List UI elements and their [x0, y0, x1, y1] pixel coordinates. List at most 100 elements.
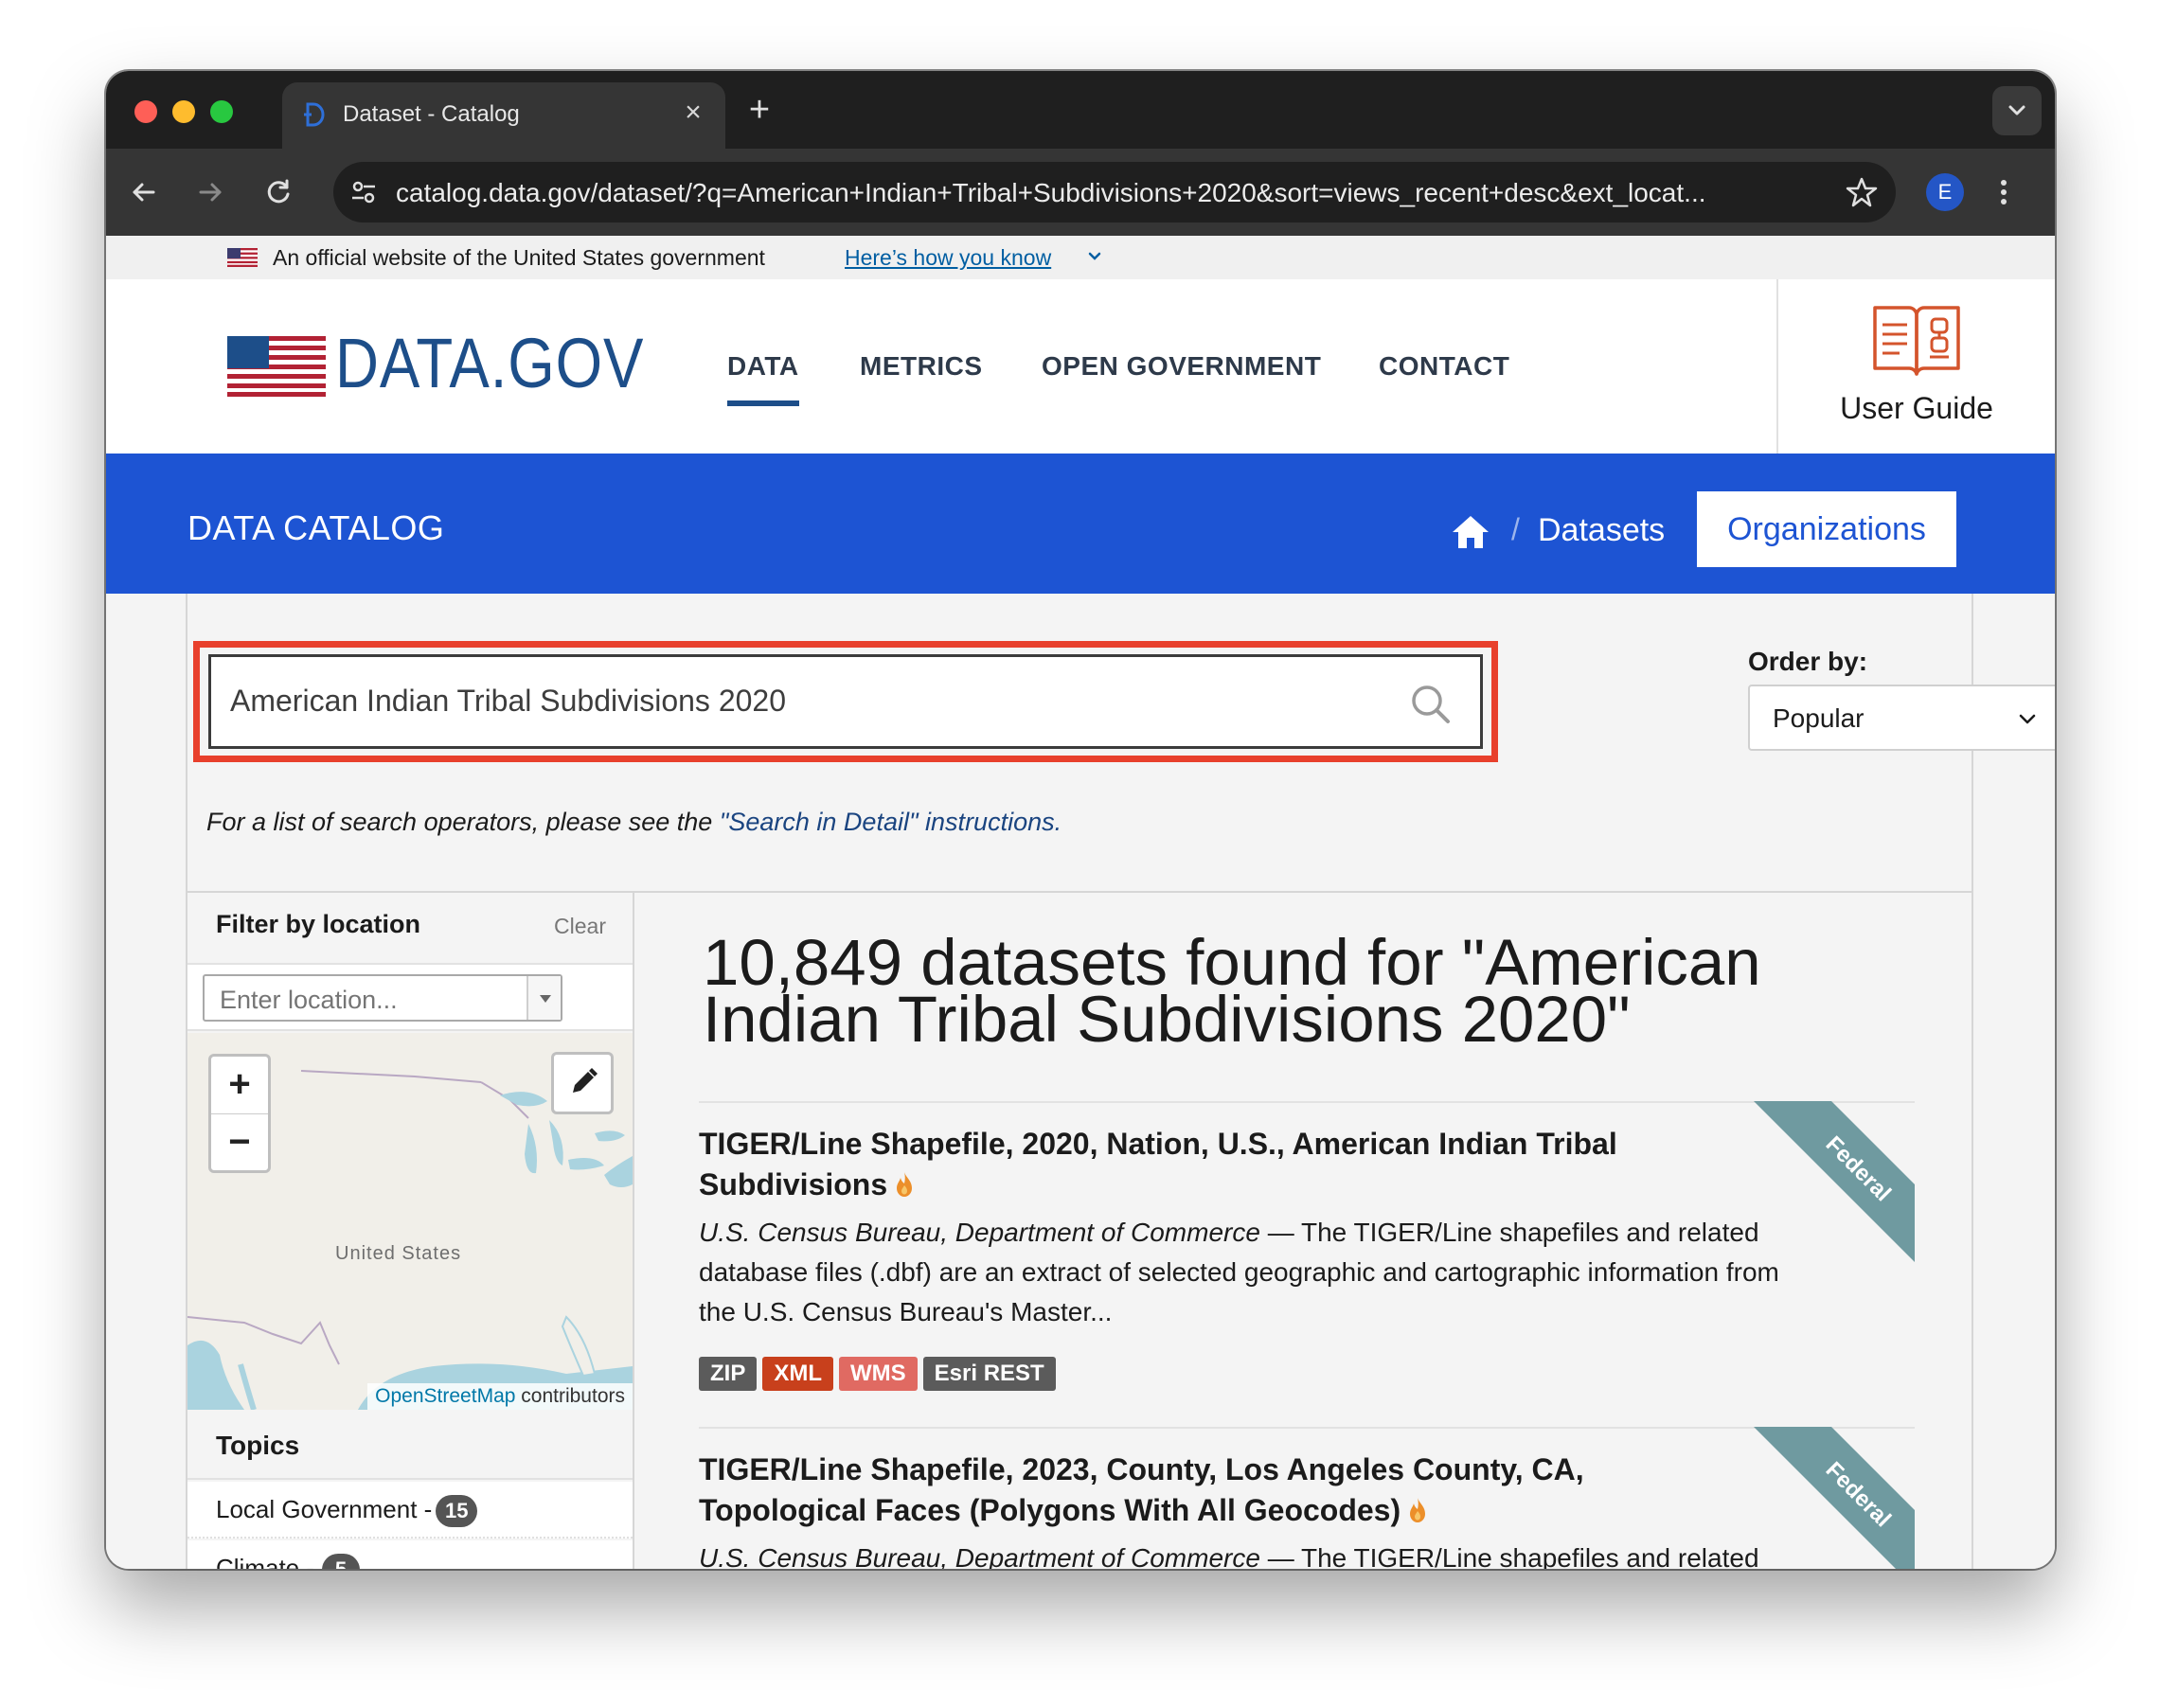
attribution-text: contributors [515, 1385, 625, 1407]
format-badges: ZIP XML WMS Esri REST [699, 1357, 1062, 1391]
tab-bar: Dataset - Catalog × + [106, 71, 2055, 149]
organizations-button[interactable]: Organizations [1697, 491, 1956, 567]
ribbon-shape [1754, 1101, 1915, 1262]
data-catalog-title: DATA CATALOG [187, 508, 445, 547]
location-input-row: Enter location... [187, 963, 633, 1031]
gov-banner-text: An official website of the United States… [273, 245, 765, 270]
order-by-value: Popular [1773, 703, 1865, 733]
dataset-title-text: TIGER/Line Shapefile, 2023, County, Los … [699, 1452, 1584, 1527]
heres-how-you-know-link[interactable]: Here’s how you know [845, 245, 1051, 271]
federal-ribbon: Federal [1754, 1427, 1915, 1569]
search-hint-text: For a list of search operators, please s… [206, 808, 720, 836]
zoom-in-button[interactable]: + [211, 1057, 268, 1113]
dataset-title-link[interactable]: TIGER/Line Shapefile, 2020, Nation, U.S.… [699, 1124, 1655, 1205]
book-icon [1873, 306, 1960, 376]
search-input-value: American Indian Tribal Subdivisions 2020 [230, 684, 786, 718]
nav-open-government[interactable]: OPEN GOVERNMENT [1042, 351, 1321, 382]
dataset-result: TIGER/Line Shapefile, 2020, Nation, U.S.… [699, 1101, 1915, 1423]
order-by-label: Order by: [1748, 647, 1868, 676]
dataset-description: U.S. Census Bureau, Department of Commer… [699, 1213, 1797, 1332]
home-icon[interactable] [1451, 514, 1490, 550]
topics-title: Topics [216, 1431, 300, 1460]
search-icon[interactable] [1408, 682, 1454, 727]
data-catalog-bar: DATA CATALOG / Datasets Organizations [106, 454, 2055, 594]
format-badge-xml[interactable]: XML [762, 1357, 834, 1391]
tab-title: Dataset - Catalog [343, 101, 520, 127]
breadcrumb-separator: / [1511, 512, 1520, 546]
dataset-description-text: — The TIGER/Line shapefiles and related [1259, 1543, 1759, 1569]
pencil-icon [573, 1068, 598, 1093]
order-by-select[interactable]: Popular [1748, 685, 2055, 751]
minimize-window-button[interactable] [172, 100, 195, 123]
format-badge-esri-rest[interactable]: Esri REST [922, 1357, 1056, 1391]
zoom-out-button[interactable]: − [211, 1114, 268, 1171]
dataset-title-text: TIGER/Line Shapefile, 2020, Nation, U.S.… [699, 1127, 1617, 1201]
new-tab-button[interactable]: + [740, 92, 778, 130]
site-header: DATA.GOV DATA METRICS OPEN GOVERNMENT CO… [106, 279, 2055, 454]
url-text: catalog.data.gov/dataset/?q=American+Ind… [396, 178, 1706, 207]
tab-search-button[interactable] [1992, 86, 2042, 135]
search-input[interactable]: American Indian Tribal Subdivisions 2020 [208, 654, 1483, 749]
dataset-publisher: U.S. Census Bureau, Department of Commer… [699, 1218, 1260, 1247]
location-map[interactable]: + − United States OpenStreetMap contribu… [187, 1033, 633, 1410]
location-dropdown-toggle[interactable] [526, 976, 561, 1020]
topic-name: Local Government - [216, 1495, 433, 1523]
nav-metrics[interactable]: METRICS [860, 351, 983, 382]
chevron-down-icon [2019, 714, 2036, 724]
chevron-down-icon[interactable] [1085, 247, 1104, 266]
datagov-logo-text[interactable]: DATA.GOV [335, 323, 644, 403]
back-arrow-icon[interactable] [123, 171, 165, 213]
nav-active-indicator [727, 400, 799, 406]
results-panel: 10,849 datasets found for "American Indi… [636, 893, 1973, 1569]
nav-contact[interactable]: CONTACT [1379, 351, 1509, 382]
caret-down-icon [540, 995, 551, 1003]
tab-active[interactable]: Dataset - Catalog × [282, 82, 725, 149]
location-placeholder: Enter location... [220, 986, 398, 1014]
browser-window: Dataset - Catalog × + catalog.data.gov/d… [106, 71, 2055, 1569]
search-in-detail-link[interactable]: "Search in Detail" instructions. [720, 808, 1062, 836]
bookmark-star-icon[interactable] [1845, 175, 1879, 209]
fire-popular-icon [897, 1172, 913, 1197]
breadcrumb-datasets[interactable]: Datasets [1538, 512, 1665, 549]
maximize-window-button[interactable] [210, 100, 233, 123]
profile-avatar[interactable]: E [1926, 173, 1964, 211]
site-settings-icon[interactable] [348, 177, 379, 207]
browser-toolbar: catalog.data.gov/dataset/?q=American+Ind… [106, 149, 2055, 236]
format-badge-wms[interactable]: WMS [839, 1357, 918, 1391]
nav-data[interactable]: DATA [727, 351, 799, 382]
us-flag-icon [227, 248, 258, 267]
filter-sidebar: Filter by location Clear Enter location.… [187, 893, 634, 1569]
chevron-down-icon [2008, 105, 2025, 116]
map-zoom-control: + − [208, 1054, 271, 1173]
datagov-logo-flag-icon[interactable] [227, 336, 326, 397]
topics-header: Topics [187, 1410, 633, 1480]
more-menu-icon[interactable] [1994, 171, 2013, 213]
fire-popular-icon [1410, 1498, 1426, 1522]
forward-arrow-icon[interactable] [189, 171, 231, 213]
openstreetmap-link[interactable]: OpenStreetMap [375, 1385, 515, 1407]
topic-count-badge: 15 [436, 1495, 478, 1527]
format-badge-zip[interactable]: ZIP [699, 1357, 758, 1391]
user-guide-link[interactable]: User Guide [1776, 279, 2055, 454]
dataset-title-link[interactable]: TIGER/Line Shapefile, 2023, County, Los … [699, 1450, 1655, 1531]
clear-location-link[interactable]: Clear [554, 914, 606, 939]
reload-icon[interactable] [258, 171, 299, 213]
datagov-favicon-icon [304, 102, 325, 127]
ribbon-shape [1754, 1427, 1915, 1569]
topic-item[interactable]: Climate - 5 [187, 1540, 633, 1569]
topic-item[interactable]: Local Government - 15 [187, 1482, 633, 1539]
draw-rectangle-button[interactable] [551, 1052, 614, 1114]
topic-count-badge: 5 [322, 1554, 360, 1569]
location-input[interactable]: Enter location... [203, 974, 562, 1022]
search-hint: For a list of search operators, please s… [206, 808, 1062, 837]
tab-close-icon[interactable]: × [676, 96, 710, 130]
results-count-heading: 10,849 datasets found for "American Indi… [703, 926, 1761, 1056]
topic-name: Climate - [216, 1554, 315, 1569]
dataset-result: TIGER/Line Shapefile, 2023, County, Los … [699, 1427, 1915, 1569]
address-bar[interactable]: catalog.data.gov/dataset/?q=American+Ind… [333, 162, 1896, 222]
user-guide-label: User Guide [1840, 391, 1993, 425]
close-window-button[interactable] [134, 100, 157, 123]
dataset-description: U.S. Census Bureau, Department of Commer… [699, 1539, 1797, 1569]
web-page: An official website of the United States… [106, 236, 2055, 1569]
map-attribution: OpenStreetMap contributors [367, 1383, 633, 1410]
